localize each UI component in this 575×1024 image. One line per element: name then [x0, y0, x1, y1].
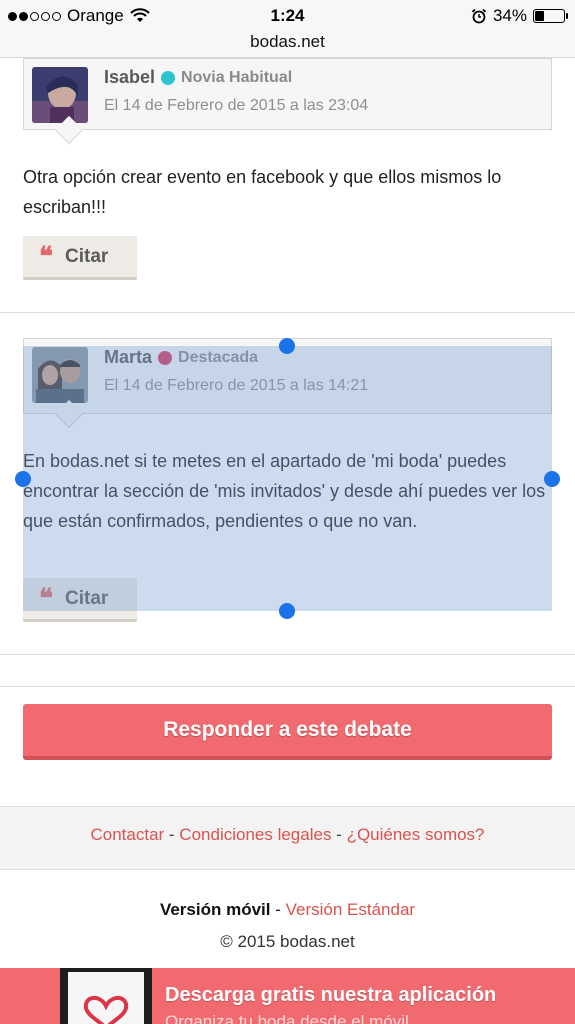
legal-link[interactable]: Condiciones legales — [179, 825, 331, 844]
quote-label: Citar — [65, 245, 109, 267]
divider — [0, 686, 575, 687]
link-separator: - — [331, 825, 347, 844]
quote-icon: ❝ — [39, 241, 53, 272]
status-bar: Orange 1:24 34% — [0, 0, 575, 32]
reply-button[interactable]: Responder a este debate — [23, 704, 552, 760]
text-selection-highlight — [23, 346, 552, 611]
author-name[interactable]: Isabel — [104, 67, 155, 88]
about-link[interactable]: ¿Quiénes somos? — [347, 825, 485, 844]
banner-title: Descarga gratis nuestra aplicación — [165, 984, 497, 1006]
selection-handle-top[interactable] — [279, 338, 295, 354]
version-separator: - — [270, 900, 286, 919]
post-text: Otra opción crear evento en facebook y q… — [23, 167, 502, 217]
battery-icon — [533, 9, 568, 23]
version-standard-link[interactable]: Versión Estándar — [286, 900, 415, 919]
alarm-icon — [471, 8, 487, 24]
version-current: Versión móvil — [159, 900, 271, 919]
link-separator: - — [164, 825, 180, 844]
selection-handle-bottom[interactable] — [279, 603, 295, 619]
avatar[interactable] — [32, 67, 88, 123]
divider — [0, 312, 575, 313]
quote-button[interactable]: ❝ Citar — [23, 236, 137, 280]
footer-links: Contactar - Condiciones legales - ¿Quién… — [0, 806, 575, 870]
contact-link[interactable]: Contactar — [90, 825, 164, 844]
selection-handle-right[interactable] — [544, 471, 560, 487]
phone-icon — [60, 968, 152, 1024]
app-download-banner[interactable]: Descarga gratis nuestra aplicación Organ… — [0, 968, 575, 1024]
rank-badge-icon — [161, 70, 176, 85]
author-rank: Novia Habitual — [181, 68, 293, 86]
heart-icon — [83, 996, 129, 1024]
status-right: 34% — [471, 6, 568, 26]
copyright: © 2015 bodas.net — [220, 932, 355, 951]
post-date: El 14 de Febrero de 2015 a las 23:04 — [104, 97, 369, 114]
battery-percent: 34% — [492, 6, 527, 25]
selection-handle-left[interactable] — [15, 471, 31, 487]
url-bar[interactable]: bodas.net — [0, 32, 575, 58]
divider — [0, 654, 575, 655]
banner-subtitle: Organiza tu boda desde el móvil — [165, 1012, 409, 1024]
post-header: Isabel Novia Habitual El 14 de Febrero d… — [23, 58, 552, 145]
version-switcher: Versión móvil - Versión Estándar — [0, 900, 575, 920]
post-author: Isabel Novia Habitual — [104, 67, 292, 88]
